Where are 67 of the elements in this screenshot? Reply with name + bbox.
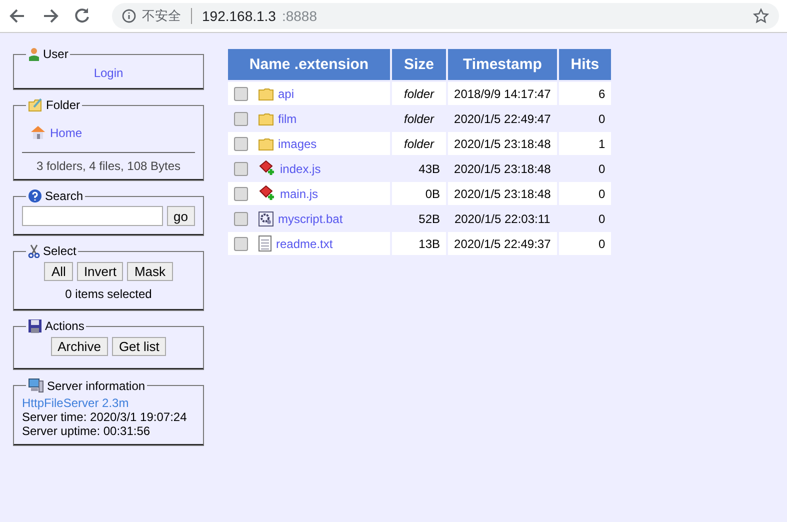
address-bar[interactable]: 不安全 192.168.1.3 :8888 [112, 3, 779, 29]
row-checkbox[interactable] [234, 212, 248, 226]
select-button[interactable]: All [44, 262, 73, 281]
row-checkbox[interactable] [234, 86, 248, 100]
computer-icon [28, 378, 44, 393]
timestamp-cell: 2020/1/5 23:18:48 [448, 182, 557, 205]
search-field[interactable] [22, 206, 163, 226]
house-icon [30, 125, 46, 140]
gear-window-icon [258, 210, 274, 226]
select-button[interactable]: Invert [76, 262, 124, 281]
action-button[interactable]: Get list [112, 337, 166, 356]
text-file-icon [258, 235, 272, 252]
column-header[interactable]: Size [392, 49, 446, 80]
selection-count: 0 items selected [64, 287, 153, 301]
info-icon[interactable] [122, 9, 136, 23]
panel-title: User [43, 47, 68, 61]
size-cell: folder [392, 82, 446, 105]
row-checkbox[interactable] [234, 186, 248, 200]
size-cell: 0B [392, 182, 446, 205]
hits-cell: 1 [558, 132, 612, 155]
row-checkbox[interactable] [234, 162, 248, 176]
row-checkbox[interactable] [234, 236, 248, 250]
user-icon [28, 47, 40, 61]
login-link[interactable]: Login [94, 66, 124, 80]
panel-title: Actions [45, 319, 84, 333]
go-button[interactable]: go [166, 206, 195, 226]
size-cell: 13B [392, 232, 446, 255]
timestamp-cell: 2020/1/5 23:18:48 [448, 132, 557, 155]
file-link[interactable]: main.js [280, 186, 318, 200]
column-header[interactable]: Hits [558, 49, 612, 80]
folder-icon [258, 112, 274, 126]
help-icon [28, 189, 42, 203]
file-link[interactable]: index.js [280, 162, 321, 176]
column-header[interactable]: Name .extension [228, 49, 390, 80]
url-port: :8888 [282, 8, 318, 24]
hits-cell: 0 [558, 232, 612, 255]
floppy-icon [28, 319, 42, 333]
star-icon[interactable] [753, 8, 769, 24]
scissors-icon [28, 244, 40, 258]
panel-title: Folder [46, 98, 80, 112]
hits-cell: 0 [558, 182, 612, 205]
security-label: 不安全 [142, 7, 181, 25]
server-info-line: Server uptime: 00:31:56 [22, 424, 152, 438]
timestamp-cell: 2020/1/5 22:49:37 [448, 232, 557, 255]
folder-summary: 3 folders, 4 files, 108 Bytes [22, 152, 195, 173]
folder-icon [258, 86, 274, 100]
panel-title: Select [43, 244, 76, 258]
hits-cell: 6 [558, 82, 612, 105]
server-info-line: Server time: 2020/3/1 19:07:24 [22, 410, 188, 424]
row-checkbox[interactable] [234, 136, 248, 150]
url-host: 192.168.1.3 [202, 8, 276, 24]
file-link[interactable]: api [278, 86, 294, 100]
file-link[interactable]: myscript.bat [278, 212, 343, 226]
column-header[interactable]: Timestamp [448, 49, 557, 80]
panel-title: Server information [47, 378, 146, 392]
home-link[interactable]: Home [50, 126, 82, 140]
file-link[interactable]: images [278, 136, 317, 150]
folder-icon [258, 136, 274, 150]
folder-icon [28, 98, 43, 112]
action-button[interactable]: Archive [50, 337, 108, 356]
select-button[interactable]: Mask [127, 262, 173, 281]
timestamp-cell: 2018/9/9 14:17:47 [448, 82, 557, 105]
row-checkbox[interactable] [234, 112, 248, 126]
size-cell: folder [392, 132, 446, 155]
server-link[interactable]: HttpFileServer 2.3m [22, 396, 129, 410]
file-link[interactable]: film [278, 112, 297, 126]
panel-title: Search [45, 189, 84, 203]
